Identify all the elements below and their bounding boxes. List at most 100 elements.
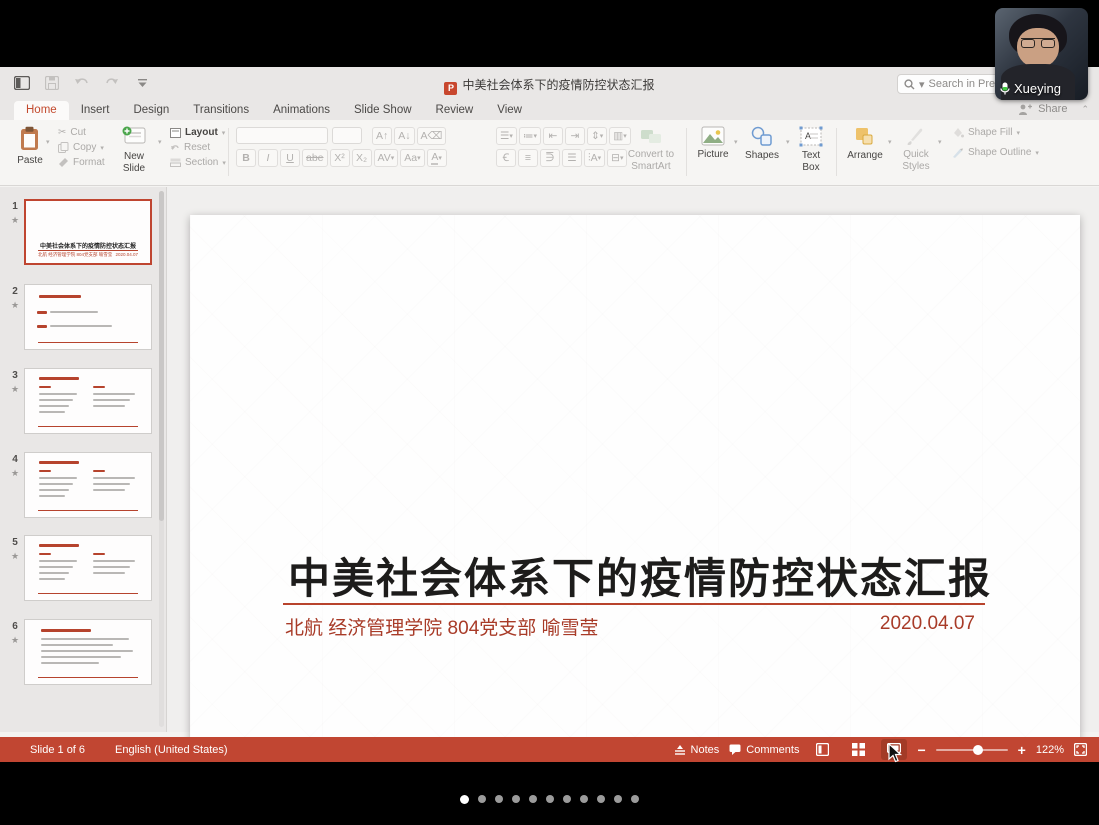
copy-button[interactable]: Copy▾: [58, 142, 105, 153]
new-slide-caret-icon[interactable]: ▾: [158, 138, 162, 146]
pagination-dot-2[interactable]: [478, 795, 486, 803]
subscript-button[interactable]: X₂: [352, 149, 372, 167]
clear-formatting-button[interactable]: A⌫: [417, 127, 447, 145]
zoom-slider-thumb[interactable]: [973, 745, 983, 755]
zoom-out-button[interactable]: −: [917, 743, 925, 757]
numbering-button[interactable]: ≔▾: [519, 127, 541, 145]
text-box-button[interactable]: A Text Box: [792, 120, 830, 185]
webcam-overlay[interactable]: Xueying: [995, 8, 1088, 100]
strikethrough-button[interactable]: abe: [302, 149, 328, 167]
shape-outline-button[interactable]: Shape Outline▾: [952, 147, 1039, 158]
paste-clipboard-icon: [19, 126, 41, 152]
font-size-select[interactable]: [332, 127, 362, 144]
shape-format-group: Shape Fill▾ Shape Outline▾: [952, 120, 1039, 185]
picture-button[interactable]: Picture: [692, 120, 734, 185]
shape-outline-icon: [952, 147, 964, 158]
quick-styles-button[interactable]: Quick Styles: [894, 120, 938, 185]
superscript-button[interactable]: X²: [330, 149, 350, 167]
tab-view[interactable]: View: [485, 101, 534, 120]
language-status[interactable]: English (United States): [115, 744, 228, 756]
font-color-button[interactable]: A▾: [427, 149, 447, 167]
slide-title[interactable]: 中美社会体系下的疫情防控状态汇报: [288, 545, 992, 606]
pagination-dot-4[interactable]: [512, 795, 520, 803]
pagination-dot-8[interactable]: [580, 795, 588, 803]
shapes-button[interactable]: Shapes: [740, 120, 784, 185]
align-center-button[interactable]: ≡: [518, 149, 538, 167]
paste-button[interactable]: Paste: [8, 120, 52, 185]
tab-animations[interactable]: Animations: [261, 101, 342, 120]
text-direction-button[interactable]: ⫶A▾: [584, 149, 605, 167]
zoom-slider[interactable]: [936, 744, 1008, 756]
arrange-icon: [854, 126, 876, 147]
decrease-indent-button[interactable]: ⇤: [543, 127, 563, 145]
pagination-dot-5[interactable]: [529, 795, 537, 803]
slide-thumbnail-5[interactable]: [24, 535, 152, 601]
shapes-caret-icon[interactable]: ▾: [786, 138, 790, 146]
slide-thumbnail-1[interactable]: 中美社会体系下的疫情防控状态汇报北航 经济管理学院 804党支部 喻雪莹2020…: [24, 199, 152, 265]
quick-styles-caret-icon[interactable]: ▾: [938, 138, 942, 146]
tab-insert[interactable]: Insert: [69, 101, 122, 120]
share-button[interactable]: Share: [1038, 103, 1067, 115]
font-name-select[interactable]: [236, 127, 328, 144]
italic-button[interactable]: I: [258, 149, 278, 167]
tab-home[interactable]: Home: [14, 101, 69, 120]
thumbnail-scrollbar[interactable]: [159, 191, 164, 521]
slide-thumbnail-4[interactable]: [24, 452, 152, 518]
slide-thumbnail-2[interactable]: [24, 284, 152, 350]
tab-review[interactable]: Review: [424, 101, 486, 120]
shrink-font-button[interactable]: A↓: [394, 127, 414, 145]
picture-caret-icon[interactable]: ▾: [734, 138, 738, 146]
format-painter-button[interactable]: Format: [58, 157, 105, 168]
paste-dropdown-caret-icon[interactable]: ▾: [46, 138, 50, 146]
glasses: [1021, 38, 1055, 48]
arrange-button[interactable]: Arrange: [842, 120, 888, 185]
section-button[interactable]: Section▾: [170, 157, 226, 168]
transition-star-icon: ★: [11, 468, 19, 479]
notes-toggle[interactable]: Notes: [674, 744, 720, 756]
reset-button[interactable]: Reset: [170, 142, 226, 153]
slide-byline[interactable]: 北航 经济管理学院 804党支部 喻雪莹: [285, 613, 599, 640]
grow-font-button[interactable]: A↑: [372, 127, 392, 145]
zoom-level[interactable]: 122%: [1036, 744, 1064, 756]
pagination-dot-10[interactable]: [614, 795, 622, 803]
new-slide-button[interactable]: New Slide: [112, 120, 156, 185]
slide-thumbnail-6[interactable]: [24, 619, 152, 685]
thumbnail-number: 4: [12, 454, 18, 465]
character-spacing-button[interactable]: AV▾: [374, 149, 399, 167]
change-case-button[interactable]: Aa▾: [400, 149, 424, 167]
fit-slide-button[interactable]: [1074, 743, 1087, 756]
fit-slide-icon: [1074, 743, 1087, 756]
comments-toggle[interactable]: Comments: [729, 744, 799, 756]
align-left-button[interactable]: Ꞓ: [496, 149, 516, 167]
normal-view-button[interactable]: [809, 739, 835, 760]
slide-sorter-view-button[interactable]: [845, 739, 871, 760]
pagination-dot-1[interactable]: [460, 795, 469, 804]
tab-slide-show[interactable]: Slide Show: [342, 101, 424, 120]
bullets-button[interactable]: ☰▾: [496, 127, 517, 145]
tab-transitions[interactable]: Transitions: [181, 101, 261, 120]
zoom-in-button[interactable]: +: [1018, 743, 1026, 757]
arrange-caret-icon[interactable]: ▾: [888, 138, 892, 146]
search-scope-caret-icon: ▾: [919, 78, 925, 91]
layout-button[interactable]: Layout▾: [170, 127, 226, 138]
shape-fill-button[interactable]: Shape Fill▾: [952, 127, 1039, 138]
collapse-ribbon-icon[interactable]: ⌃: [1081, 104, 1089, 115]
pagination-dot-3[interactable]: [495, 795, 503, 803]
convert-smartart-button[interactable]: Convert to SmartArt: [620, 120, 682, 185]
tab-design[interactable]: Design: [121, 101, 181, 120]
pagination-dot-6[interactable]: [546, 795, 554, 803]
cut-button[interactable]: ✂Cut: [58, 127, 105, 138]
slide-date[interactable]: 2020.04.07: [880, 613, 975, 640]
pagination-dot-9[interactable]: [597, 795, 605, 803]
share-person-icon: [1018, 104, 1032, 115]
underline-button[interactable]: U: [280, 149, 300, 167]
increase-indent-button[interactable]: ⇥: [565, 127, 585, 145]
bold-button[interactable]: B: [236, 149, 256, 167]
align-right-button[interactable]: ⋽: [540, 149, 560, 167]
pagination-dot-7[interactable]: [563, 795, 571, 803]
slide-thumbnail-3[interactable]: [24, 368, 152, 434]
current-slide[interactable]: 中美社会体系下的疫情防控状态汇报 北航 经济管理学院 804党支部 喻雪莹 20…: [190, 215, 1080, 748]
pagination-dot-11[interactable]: [631, 795, 639, 803]
line-spacing-button[interactable]: ⇕▾: [587, 127, 607, 145]
justify-button[interactable]: ☰: [562, 149, 582, 167]
